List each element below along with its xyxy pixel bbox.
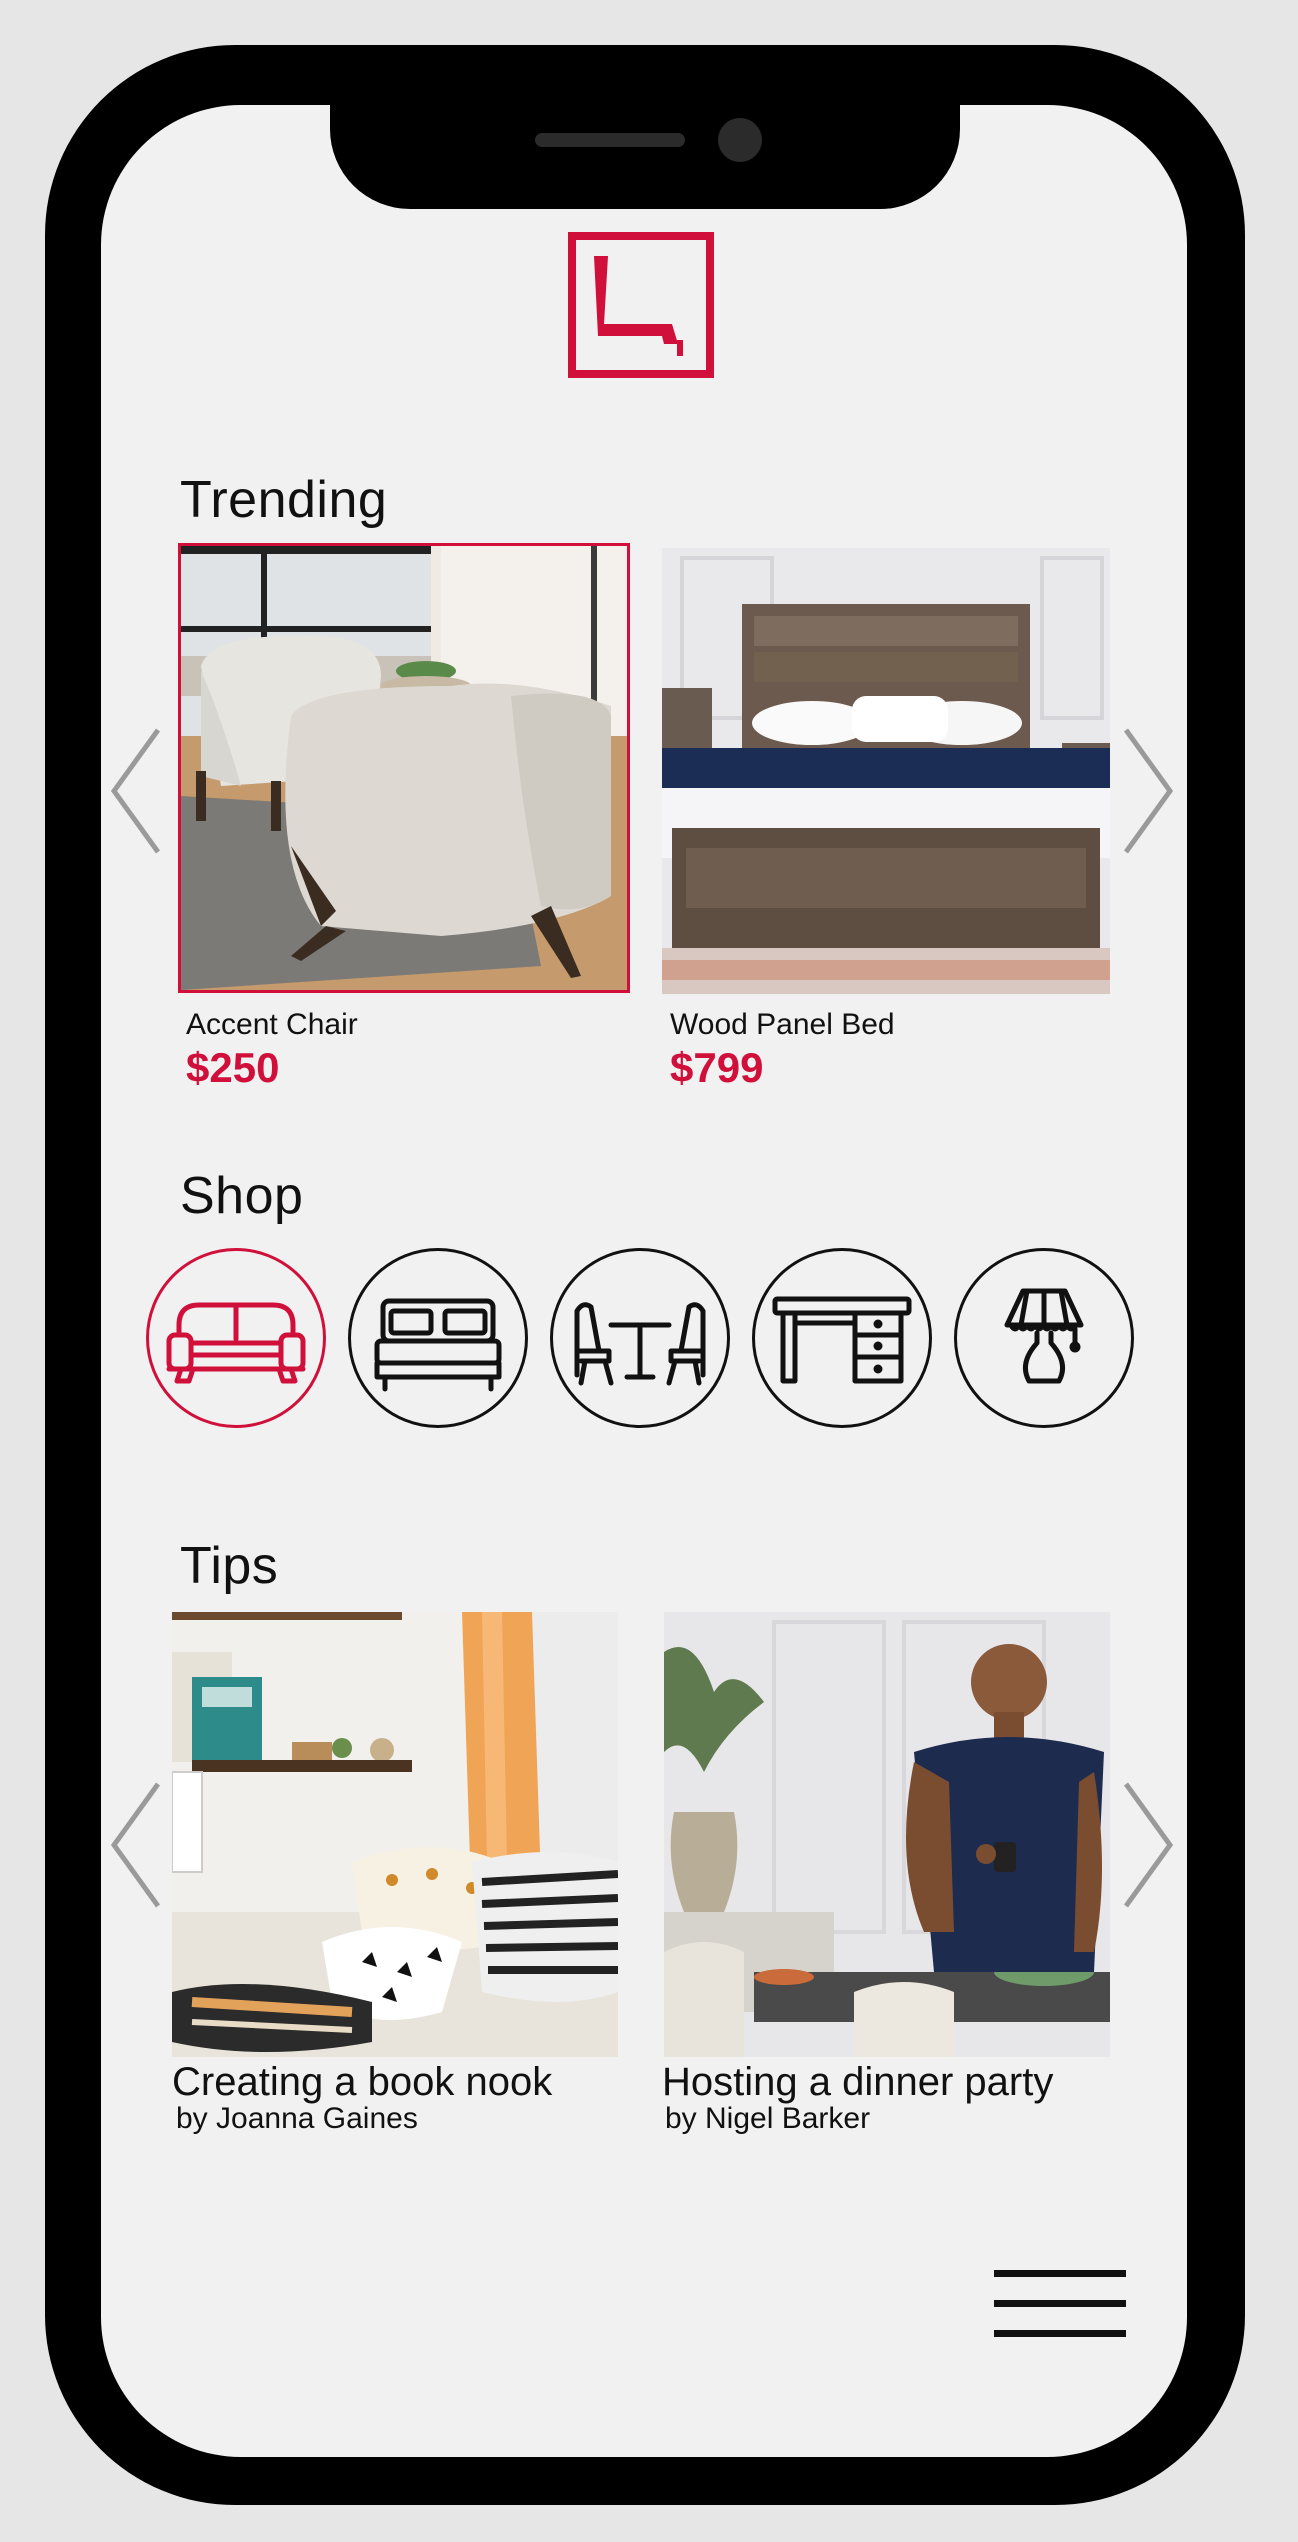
- desk-icon: [772, 1296, 912, 1384]
- category-dining-button[interactable]: [550, 1248, 730, 1428]
- menu-line: [994, 2300, 1126, 2307]
- tip-title[interactable]: Hosting a dinner party: [662, 2060, 1053, 2105]
- product-name[interactable]: Accent Chair: [186, 1008, 358, 1042]
- shop-heading: Shop: [180, 1167, 304, 1225]
- product-price: $250: [186, 1044, 280, 1091]
- dinner-party-image[interactable]: [664, 1612, 1110, 2057]
- tip-author: by Nigel Barker: [665, 2102, 871, 2135]
- menu-icon[interactable]: [994, 2270, 1126, 2344]
- brand-logo[interactable]: [568, 232, 714, 378]
- accent-chair-image[interactable]: [178, 543, 630, 993]
- category-desk-button[interactable]: [752, 1248, 932, 1428]
- lamp-icon: [1004, 1288, 1084, 1384]
- tips-next-arrow-icon[interactable]: [1118, 1780, 1178, 1910]
- product-price: $799: [670, 1044, 764, 1091]
- tip-author: by Joanna Gaines: [176, 2102, 418, 2135]
- sofa-icon: [166, 1302, 306, 1384]
- wood-panel-bed-image[interactable]: [662, 548, 1110, 994]
- category-bed-button[interactable]: [348, 1248, 528, 1428]
- trending-prev-arrow-icon[interactable]: [106, 726, 166, 856]
- tip-title[interactable]: Creating a book nook: [172, 2060, 552, 2105]
- menu-line: [994, 2270, 1126, 2277]
- book-nook-image[interactable]: [172, 1612, 618, 2057]
- phone-notch: [330, 105, 960, 209]
- tips-heading: Tips: [180, 1537, 279, 1595]
- tips-prev-arrow-icon[interactable]: [106, 1780, 166, 1910]
- dining-set-icon: [574, 1302, 706, 1386]
- bed-icon: [374, 1298, 502, 1392]
- category-sofa-button[interactable]: [146, 1248, 326, 1428]
- front-camera: [718, 118, 762, 162]
- trending-next-arrow-icon[interactable]: [1118, 726, 1178, 856]
- menu-line: [994, 2330, 1126, 2337]
- trending-heading: Trending: [180, 471, 388, 529]
- speaker-grille: [535, 133, 685, 147]
- category-lighting-button[interactable]: [954, 1248, 1134, 1428]
- product-name[interactable]: Wood Panel Bed: [670, 1008, 895, 1042]
